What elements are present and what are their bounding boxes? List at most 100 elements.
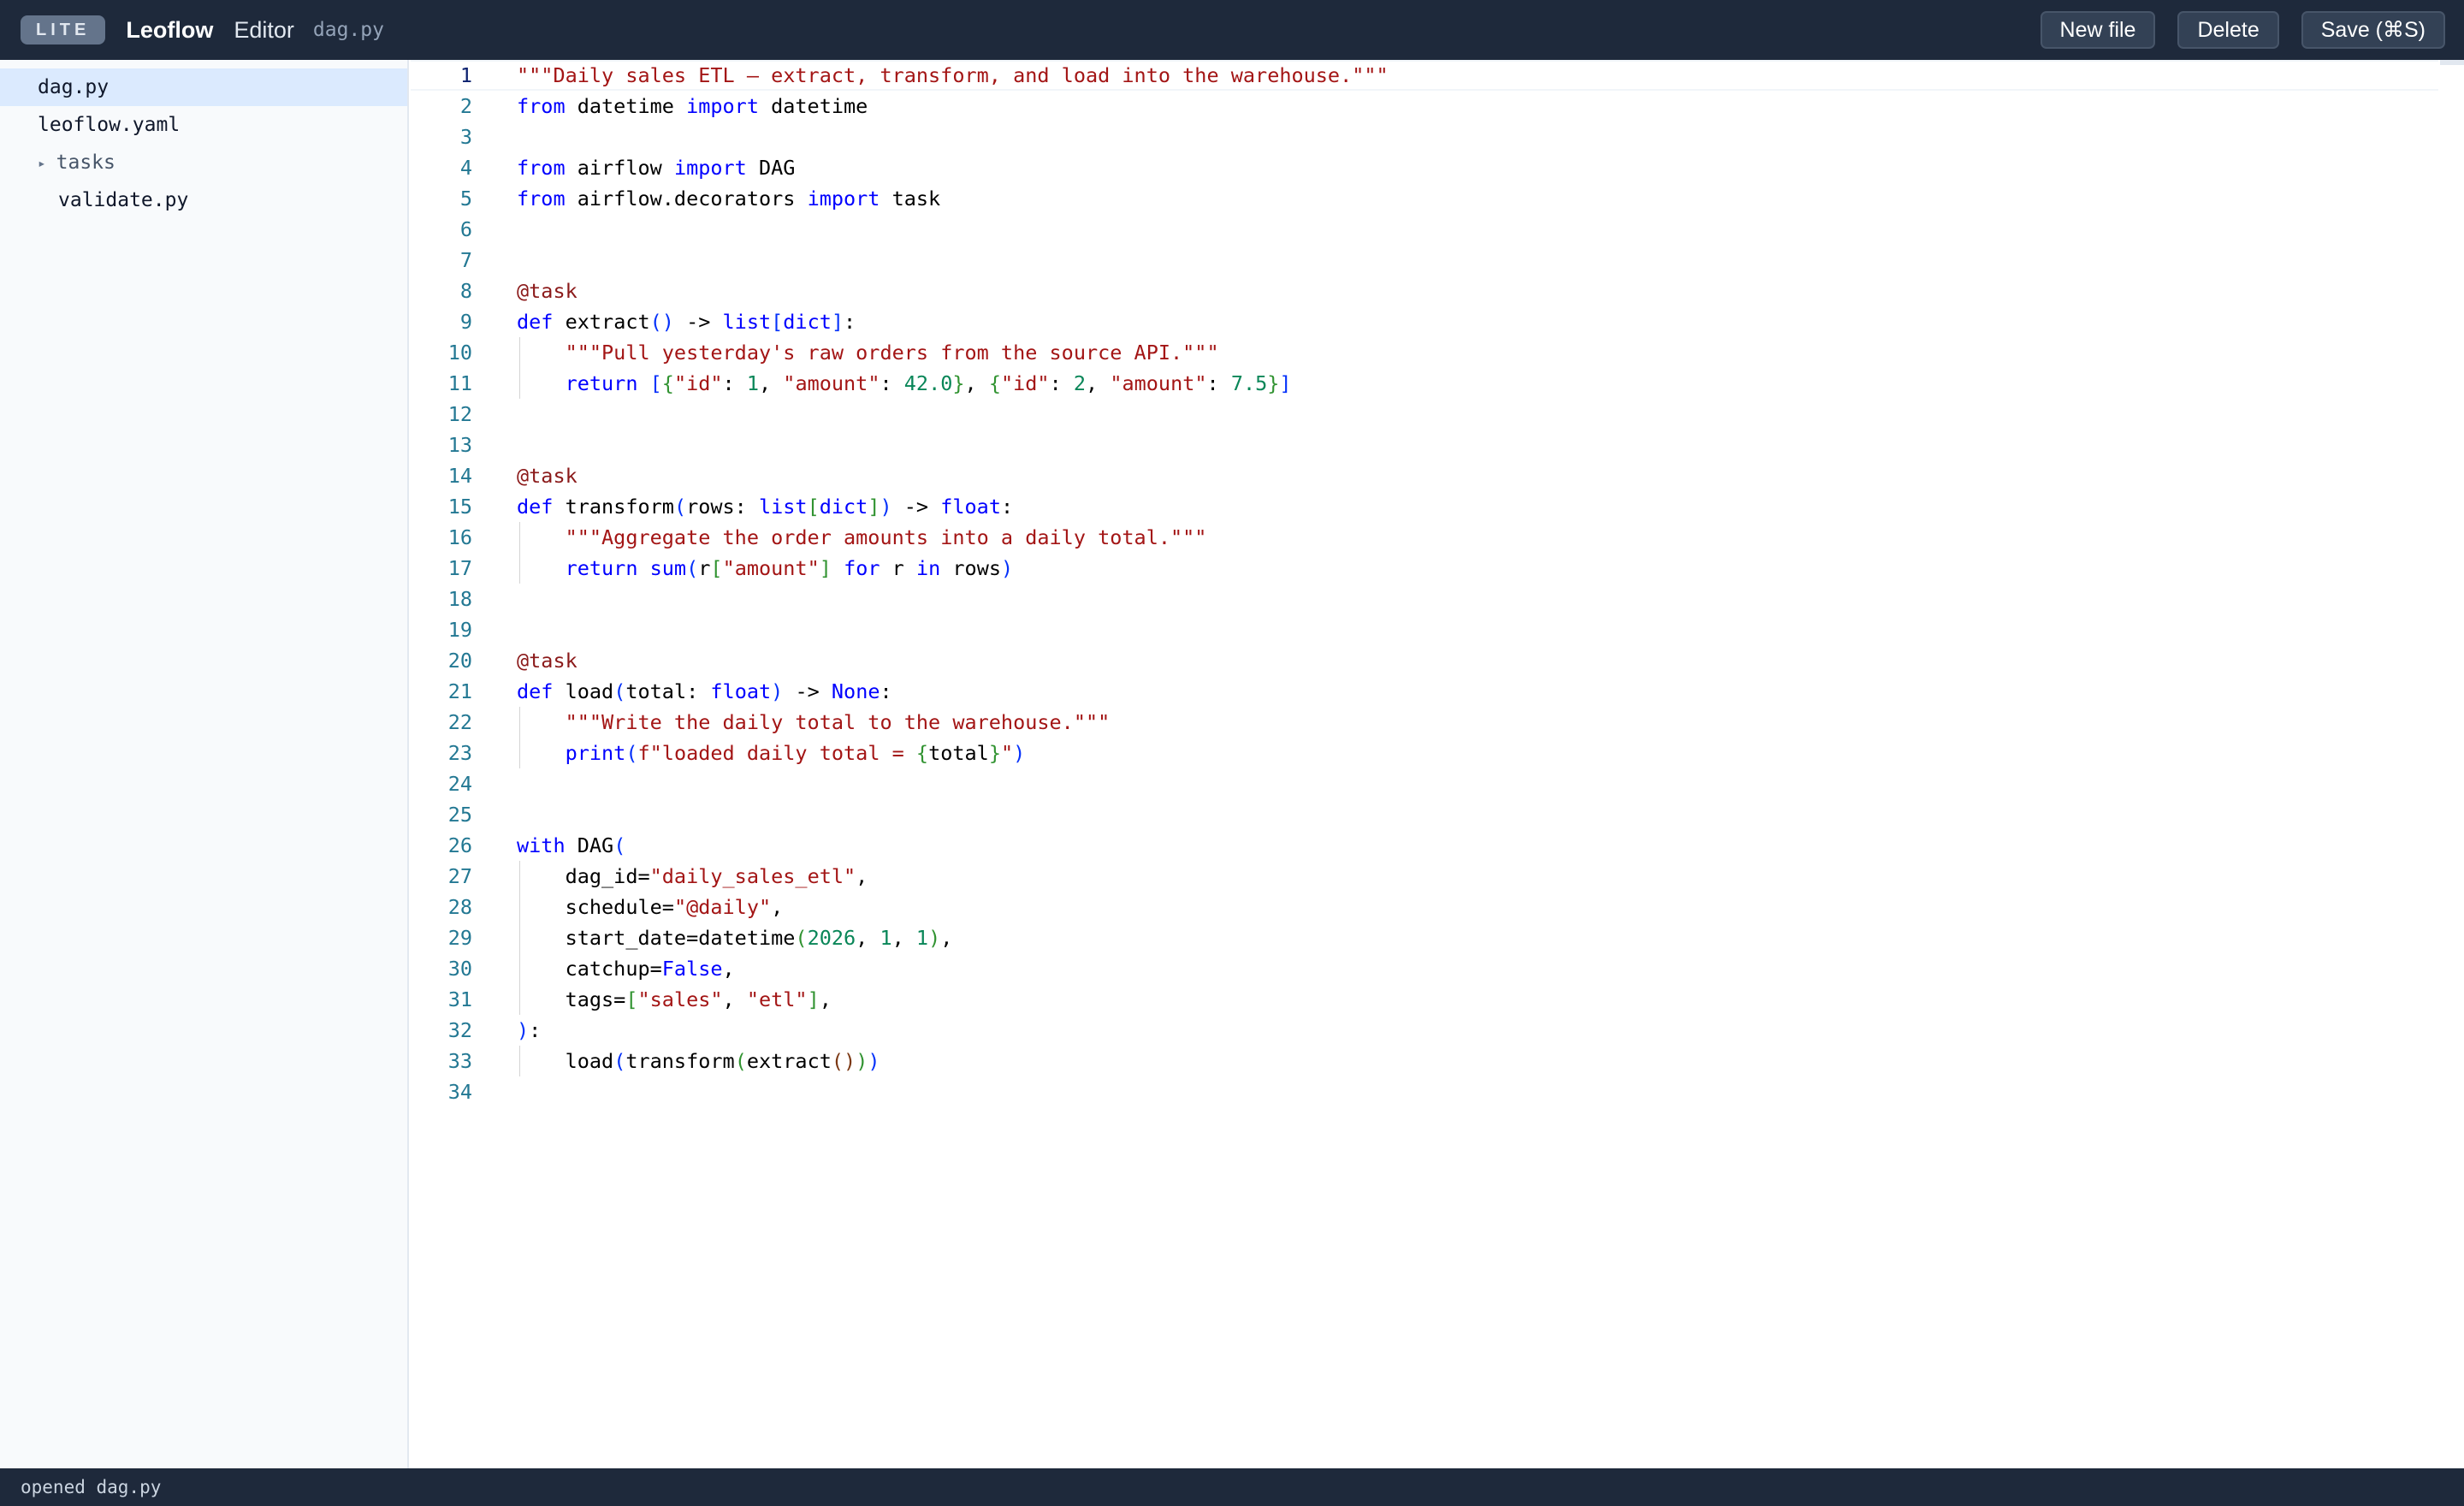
delete-button[interactable]: Delete [2177, 11, 2279, 49]
line-content: tags=["sales", "etl"], [517, 984, 832, 1015]
code-line[interactable]: 10 """Pull yesterday's raw orders from t… [411, 337, 1389, 368]
code-token: "amount" [783, 371, 880, 395]
code-line[interactable]: 28 schedule="@daily", [411, 892, 1389, 922]
line-number: 29 [447, 926, 472, 950]
code-token: , [891, 926, 916, 950]
code-token: ) [517, 1018, 530, 1042]
code-line[interactable]: 16 """Aggregate the order amounts into a… [411, 522, 1389, 553]
code-line[interactable]: 14 @task [411, 460, 1389, 491]
code-token: import [673, 156, 747, 180]
line-content: return sum(r["amount"] for r in rows) [517, 553, 1013, 584]
code-line[interactable]: 23 print(f"loaded daily total = {total}"… [411, 738, 1389, 768]
code-line[interactable]: 32): [411, 1015, 1389, 1046]
code-line[interactable]: 17 return sum(r["amount"] for r in rows) [411, 553, 1389, 584]
indent-guide [519, 861, 520, 892]
line-content: """Daily sales ETL — extract, transform,… [517, 60, 1389, 91]
code-token: datetime [565, 94, 687, 118]
code-line[interactable]: 29 start_date=datetime(2026, 1, 1), [411, 922, 1389, 953]
code-line[interactable]: 26 with DAG( [411, 830, 1389, 861]
line-content: """Write the daily total to the warehous… [517, 707, 1110, 738]
code-token: in [915, 556, 941, 580]
code-token: ( [795, 926, 808, 950]
new-file-button[interactable]: New file [2040, 11, 2156, 49]
code-token: ] [807, 987, 820, 1011]
folder-item-tasks[interactable]: ▸ tasks [0, 144, 407, 181]
code-line[interactable]: 3 [411, 122, 1389, 152]
code-line[interactable]: 31 tags=["sales", "etl"], [411, 984, 1389, 1015]
code-line[interactable]: 33 load(transform(extract())) [411, 1046, 1389, 1076]
line-number: 26 [447, 833, 472, 857]
code-line[interactable]: 6 [411, 214, 1389, 245]
code-token: , [771, 895, 784, 919]
code-line[interactable]: 22 """Write the daily total to the wareh… [411, 707, 1389, 738]
code-line[interactable]: 5 from airflow.decorators import task [411, 183, 1389, 214]
line-content: print(f"loaded daily total = {total}") [517, 738, 1025, 768]
scrollbar[interactable] [2440, 60, 2464, 65]
code-line[interactable]: 21 def load(total: float) -> None: [411, 676, 1389, 707]
code-token: "sales" [637, 987, 723, 1011]
code-line[interactable]: 24 [411, 768, 1389, 799]
code-editor[interactable]: 1 """Daily sales ETL — extract, transform… [411, 60, 2464, 1468]
line-number: 9 [459, 310, 472, 334]
code-token: [ [710, 556, 723, 580]
file-item-label: leoflow.yaml [38, 114, 181, 136]
code-token: DAG [565, 833, 614, 857]
code-token: ) [880, 495, 892, 519]
code-line[interactable]: 19 [411, 614, 1389, 645]
file-item-leoflow-yaml[interactable]: leoflow.yaml [0, 106, 407, 144]
code-token: ) [1001, 556, 1014, 580]
line-number: 12 [447, 402, 472, 426]
file-item-validate-py[interactable]: validate.py [0, 181, 407, 219]
line-content: dag_id="daily_sales_etl", [517, 861, 868, 892]
code-line[interactable]: 7 [411, 245, 1389, 276]
code-line[interactable]: 2 from datetime import datetime [411, 91, 1389, 122]
code-line[interactable]: 18 [411, 584, 1389, 614]
code-line[interactable]: 27 dag_id="daily_sales_etl", [411, 861, 1389, 892]
code-token: transform [625, 1049, 735, 1073]
file-item-dag-py[interactable]: dag.py [0, 68, 407, 106]
code-line[interactable]: 11 return [{"id": 1, "amount": 42.0}, {"… [411, 368, 1389, 399]
code-token: def [517, 495, 554, 519]
code-line[interactable]: 12 [411, 399, 1389, 430]
code-token: from [517, 187, 566, 210]
code-line[interactable]: 15 def transform(rows: list[dict]) -> flo… [411, 491, 1389, 522]
line-content: @task [517, 460, 578, 491]
code-token: def [517, 679, 554, 703]
code-line[interactable]: 4 from airflow import DAG [411, 152, 1389, 183]
code-token: start_date=datetime [517, 926, 796, 950]
code-line[interactable]: 13 [411, 430, 1389, 460]
code-token: total: [625, 679, 711, 703]
section-title: Editor [234, 16, 294, 43]
line-content: def load(total: float) -> None: [517, 676, 892, 707]
code-token: import [807, 187, 880, 210]
line-number: 5 [459, 187, 472, 210]
code-line[interactable]: 8 @task [411, 276, 1389, 306]
file-item-label: validate.py [58, 189, 189, 211]
line-content: @task [517, 276, 578, 306]
line-number: 32 [447, 1018, 472, 1042]
code-line[interactable]: 34 [411, 1076, 1389, 1107]
code-token: 2026 [807, 926, 856, 950]
code-token: for [844, 556, 880, 580]
indent-guide [519, 922, 520, 953]
code-line[interactable]: 1 """Daily sales ETL — extract, transform… [411, 60, 1389, 91]
line-number: 27 [447, 864, 472, 888]
code-line[interactable]: 9 def extract() -> list[dict]: [411, 306, 1389, 337]
code-line[interactable]: 30 catchup=False, [411, 953, 1389, 984]
code-token: ( [734, 1049, 747, 1073]
line-number: 19 [447, 618, 472, 642]
code-token: , [856, 926, 880, 950]
code-token: : [1000, 495, 1014, 519]
indent-guide [519, 368, 520, 399]
code-token: : [1049, 371, 1074, 395]
code-token: from [517, 156, 566, 180]
code-line[interactable]: 25 [411, 799, 1389, 830]
code-line[interactable]: 20 @task [411, 645, 1389, 676]
line-content: start_date=datetime(2026, 1, 1), [517, 922, 952, 953]
code-token: "daily_sales_etl" [649, 864, 856, 888]
code-token: float [940, 495, 1001, 519]
line-number: 15 [447, 495, 472, 519]
code-token: { [988, 371, 1001, 395]
code-token: None [831, 679, 880, 703]
save-button[interactable]: Save (⌘S) [2301, 11, 2445, 49]
